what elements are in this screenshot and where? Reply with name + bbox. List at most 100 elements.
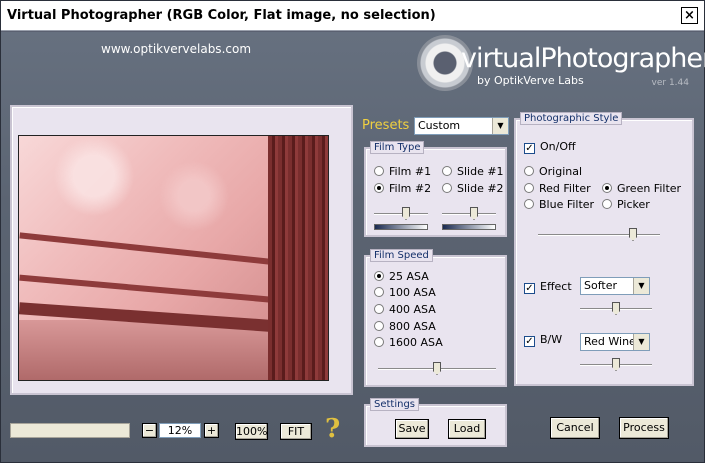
effect-dropdown[interactable]: Softer ▼ [580, 277, 650, 295]
image-preview[interactable] [18, 135, 329, 381]
checkbox-label: B/W [540, 333, 563, 346]
zoom-out-button[interactable]: − [142, 423, 157, 438]
slider-thumb[interactable] [612, 358, 620, 371]
radio-800-asa[interactable]: 800 ASA [374, 320, 436, 333]
version-label: ver 1.44 [651, 78, 689, 88]
cancel-button[interactable]: Cancel [550, 417, 600, 439]
preview-tree-trunk [268, 136, 328, 380]
film-speed-panel: Film Speed 25 ASA 100 ASA 400 ASA 800 AS… [364, 249, 507, 387]
onoff-checkbox[interactable]: ✓ On/Off [524, 140, 576, 154]
photographic-style-title: Photographic Style [520, 112, 623, 125]
radio-film-1[interactable]: Film #1 [374, 165, 431, 178]
bw-checkbox[interactable]: ✓ B/W [524, 333, 562, 347]
radio-icon [374, 287, 384, 297]
radio-icon [602, 199, 612, 209]
chevron-down-icon[interactable]: ▼ [492, 118, 508, 134]
bw-dropdown[interactable]: Red Wine ▼ [580, 333, 650, 351]
radio-100-asa[interactable]: 100 ASA [374, 286, 436, 299]
radio-label: Slide #2 [457, 182, 504, 195]
slider-thumb[interactable] [433, 362, 441, 375]
preview-foliage [19, 136, 269, 236]
radio-film-2[interactable]: Film #2 [374, 182, 431, 195]
radio-icon [602, 183, 612, 193]
radio-label: Slide #1 [457, 165, 504, 178]
slider-track [374, 213, 428, 215]
film-type-slider-left[interactable] [374, 207, 428, 221]
radio-icon [524, 199, 534, 209]
logo-subtitle: by OptikVerve Labs [477, 74, 584, 87]
zoom-in-button[interactable]: + [204, 423, 219, 438]
radio-label: 100 ASA [389, 286, 436, 299]
website-link: www.optikvervelabs.com [101, 42, 252, 56]
slider-track [442, 213, 496, 215]
radio-icon [374, 304, 384, 314]
slider-thumb[interactable] [612, 302, 620, 315]
slide-gradient-bar [442, 224, 496, 230]
radio-label: Original [539, 165, 583, 178]
effect-checkbox[interactable]: ✓ Effect [524, 280, 572, 294]
window-title: Virtual Photographer (RGB Color, Flat im… [7, 8, 436, 23]
radio-slide-1[interactable]: Slide #1 [442, 165, 504, 178]
chevron-down-icon[interactable]: ▼ [633, 278, 649, 294]
checkmark-icon: ✓ [524, 336, 535, 347]
radio-icon [374, 337, 384, 347]
photographic-style-panel: Photographic Style ✓ On/Off Original Red … [514, 112, 694, 386]
radio-label: 25 ASA [389, 270, 429, 283]
process-button[interactable]: Process [619, 417, 669, 439]
close-button[interactable]: × [681, 7, 698, 24]
radio-25-asa[interactable]: 25 ASA [374, 270, 429, 283]
film-speed-slider[interactable] [378, 362, 496, 376]
presets-label: Presets [362, 118, 410, 133]
radio-icon [374, 166, 384, 176]
slider-thumb[interactable] [470, 207, 478, 220]
radio-label: Picker [617, 198, 650, 211]
radio-blue-filter[interactable]: Blue Filter [524, 198, 594, 211]
radio-label: Green Filter [617, 182, 682, 195]
radio-icon [374, 183, 384, 193]
radio-icon [374, 271, 384, 281]
radio-label: 800 ASA [389, 320, 436, 333]
radio-icon [442, 166, 452, 176]
bw-slider[interactable] [580, 358, 652, 372]
radio-label: Red Filter [539, 182, 591, 195]
radio-picker[interactable]: Picker [602, 198, 650, 211]
chevron-down-icon[interactable]: ▼ [633, 334, 649, 350]
zoom-level-field[interactable]: 12% [159, 423, 201, 438]
film-type-panel: Film Type Film #1 Slide #1 Film #2 Slide… [364, 141, 507, 237]
bw-selected-value: Red Wine [584, 335, 636, 348]
slider-track [538, 234, 660, 236]
radio-label: 1600 ASA [389, 336, 443, 349]
checkmark-icon: ✓ [524, 283, 535, 294]
logo: virtualPhotographer by OptikVerve Labs v… [417, 33, 705, 93]
radio-slide-2[interactable]: Slide #2 [442, 182, 504, 195]
radio-label: Film #1 [389, 165, 432, 178]
load-button[interactable]: Load [448, 419, 486, 439]
radio-icon [442, 183, 452, 193]
radio-icon [524, 166, 534, 176]
zoom-100-button[interactable]: 100% [235, 423, 268, 440]
checkbox-label: On/Off [540, 140, 576, 153]
radio-1600-asa[interactable]: 1600 ASA [374, 336, 443, 349]
radio-icon [374, 321, 384, 331]
checkmark-icon: ✓ [524, 143, 535, 154]
title-bar: Virtual Photographer (RGB Color, Flat im… [1, 1, 704, 31]
radio-green-filter[interactable]: Green Filter [602, 182, 681, 195]
film-type-slider-right[interactable] [442, 207, 496, 221]
slider-thumb[interactable] [629, 228, 637, 241]
slider-thumb[interactable] [402, 207, 410, 220]
presets-dropdown[interactable]: Custom ▼ [414, 117, 509, 135]
progress-bar [10, 423, 130, 438]
radio-red-filter[interactable]: Red Filter [524, 182, 591, 195]
radio-label: Film #2 [389, 182, 432, 195]
radio-400-asa[interactable]: 400 ASA [374, 303, 436, 316]
radio-label: 400 ASA [389, 303, 436, 316]
radio-icon [524, 183, 534, 193]
radio-original[interactable]: Original [524, 165, 582, 178]
help-icon[interactable]: ? [325, 415, 340, 443]
filter-slider[interactable] [538, 228, 660, 242]
zoom-fit-button[interactable]: FIT [280, 423, 312, 440]
save-button[interactable]: Save [395, 419, 429, 439]
logo-text: virtualPhotographer [461, 43, 705, 74]
preview-bridge-rail [19, 232, 279, 266]
effect-slider[interactable] [580, 302, 652, 316]
